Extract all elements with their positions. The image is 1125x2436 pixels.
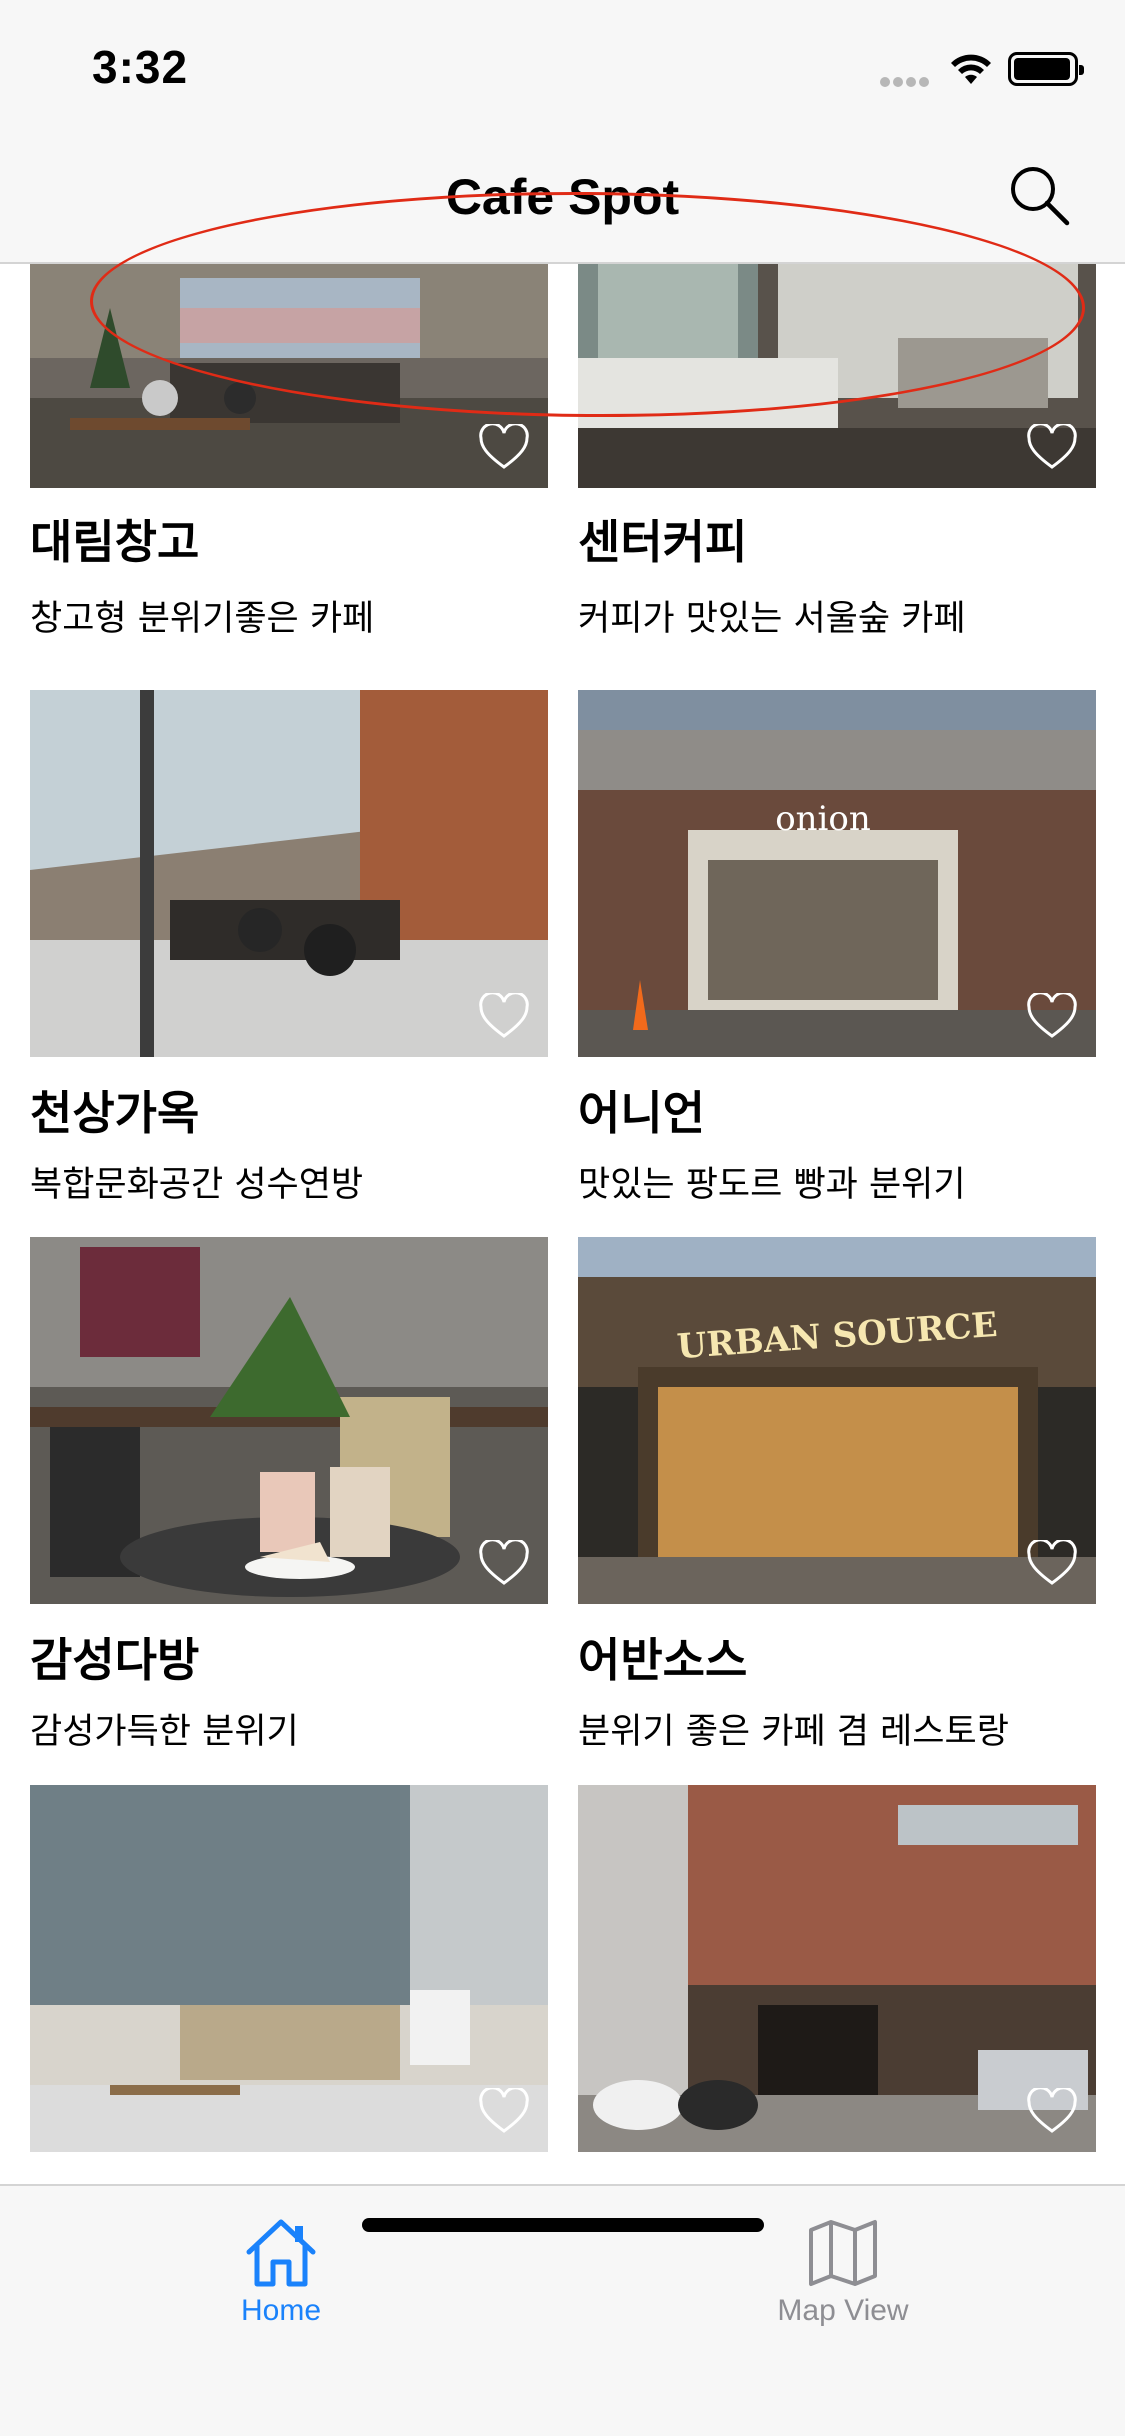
heart-icon[interactable]	[1026, 1540, 1078, 1586]
wifi-icon	[951, 54, 991, 84]
cafe-photo	[30, 690, 548, 1057]
cafe-photo: URBAN SOURCE	[578, 1237, 1096, 1604]
cafe-grid[interactable]: 대림창고 창고형 분위기좋은 카페 센터커피 커피가 맛있는 서울숲 카페 천상…	[0, 264, 1125, 2184]
onion-sign: onion	[775, 799, 871, 839]
cafe-name: 어니언	[578, 1086, 705, 1140]
cafe-card[interactable]: 블랙빈	[30, 1785, 548, 2184]
cafe-description: 복합문화공간 성수연방	[30, 1165, 364, 1205]
search-icon[interactable]	[1006, 162, 1072, 228]
tab-map-view-label: Map View	[777, 2294, 909, 2327]
heart-icon[interactable]	[478, 2088, 530, 2134]
status-time: 3:32	[92, 41, 189, 93]
heart-icon[interactable]	[478, 424, 530, 470]
cafe-card[interactable]: 감성다방 감성가득한 분위기	[30, 1237, 548, 1767]
cafe-name: 천상가옥	[30, 1086, 200, 1140]
cafe-photo	[578, 264, 1096, 488]
cafe-name: 오르에르	[578, 2172, 747, 2184]
cafe-description: 맛있는 팡도르 빵과 분위기	[578, 1165, 966, 1205]
cafe-name: 센터커피	[578, 515, 748, 569]
cafe-photo	[578, 1785, 1096, 2152]
map-icon	[809, 2220, 877, 2286]
cafe-card[interactable]: onion 어니언 맛있는 팡도르 빵과 분위기	[578, 690, 1096, 1220]
heart-icon[interactable]	[1026, 993, 1078, 1039]
home-indicator[interactable]	[362, 2218, 764, 2232]
cafe-name: 어반소스	[578, 1633, 748, 1687]
page-title: Cafe Spot	[445, 169, 680, 225]
cafe-card[interactable]: 천상가옥 복합문화공간 성수연방	[30, 690, 548, 1220]
heart-icon[interactable]	[1026, 424, 1078, 470]
tab-map-view[interactable]: Map View	[562, 2186, 1124, 2356]
cafe-description: 감성가득한 분위기	[30, 1712, 299, 1752]
heart-icon[interactable]	[478, 1540, 530, 1586]
navigation-header: 3:32 Cafe Spot	[0, 0, 1125, 264]
cafe-photo	[30, 1785, 548, 2152]
heart-icon[interactable]	[478, 993, 530, 1039]
cafe-card[interactable]: URBAN SOURCE 어반소스 분위기 좋은 카페 겸 레스토랑	[578, 1237, 1096, 1767]
heart-icon[interactable]	[1026, 2088, 1078, 2134]
cellular-signal-icon	[880, 72, 936, 87]
cafe-description: 커피가 맛있는 서울숲 카페	[578, 599, 966, 639]
cafe-card[interactable]: 오르에르	[578, 1785, 1096, 2184]
cafe-photo	[30, 1237, 548, 1604]
cafe-name: 블랙빈	[30, 2172, 157, 2184]
cafe-photo	[30, 264, 548, 488]
cafe-card[interactable]: 대림창고 창고형 분위기좋은 카페	[30, 264, 548, 639]
cafe-photo: onion	[578, 690, 1096, 1057]
cafe-description: 창고형 분위기좋은 카페	[30, 599, 375, 639]
home-icon	[246, 2219, 316, 2287]
tab-home-label: Home	[240, 2294, 322, 2327]
tab-home[interactable]: Home	[0, 2186, 562, 2356]
cafe-card[interactable]: 센터커피 커피가 맛있는 서울숲 카페	[578, 264, 1096, 639]
cafe-description: 분위기 좋은 카페 겸 레스토랑	[578, 1712, 1009, 1752]
cafe-name: 대림창고	[30, 515, 200, 569]
battery-icon	[1008, 52, 1084, 86]
cafe-name: 감성다방	[30, 1633, 200, 1687]
